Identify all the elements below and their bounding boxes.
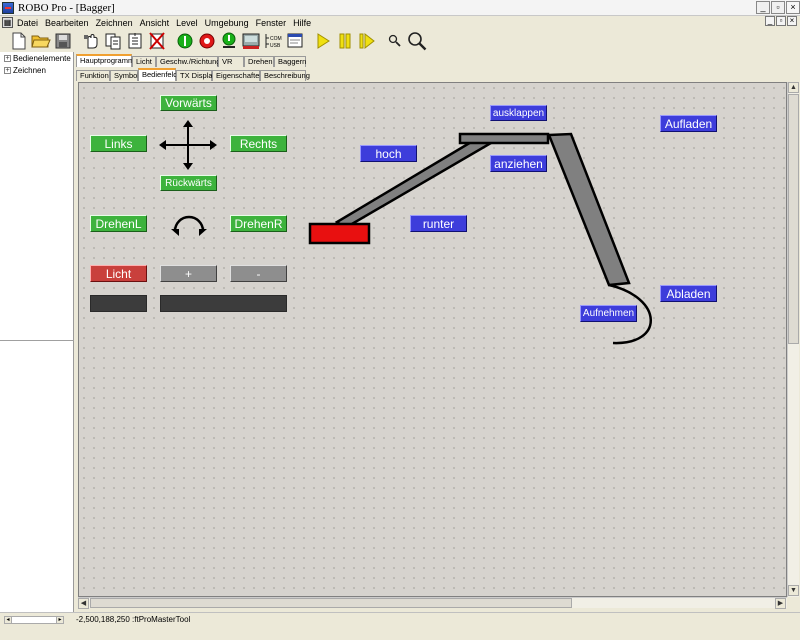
links-button[interactable]: Links bbox=[90, 135, 147, 152]
rechts-button[interactable]: Rechts bbox=[230, 135, 287, 152]
bucket-red bbox=[308, 222, 371, 245]
menu-umgebung[interactable]: Umgebung bbox=[204, 18, 250, 28]
pause-icon[interactable] bbox=[334, 30, 356, 52]
canvas-drawings bbox=[159, 120, 652, 345]
hand-tool-icon[interactable] bbox=[80, 30, 102, 52]
aufladen-button[interactable]: Aufladen bbox=[660, 115, 717, 132]
minimize-button[interactable]: _ bbox=[756, 1, 770, 14]
com-usb-icon[interactable]: COM USB bbox=[262, 30, 284, 52]
element-tree-panel: + Bedienelemente + Zeichnen bbox=[0, 52, 74, 612]
copy-tool-icon[interactable] bbox=[102, 30, 124, 52]
menu-hilfe[interactable]: Hilfe bbox=[292, 18, 312, 28]
tab-geschw-richtung[interactable]: Geschw./Richtung bbox=[156, 56, 220, 67]
restore-button[interactable]: ▫ bbox=[771, 1, 785, 14]
licht-button[interactable]: Licht bbox=[90, 265, 147, 282]
play-icon[interactable] bbox=[312, 30, 334, 52]
robopro-app-icon bbox=[2, 1, 14, 14]
paste-tool-icon[interactable] bbox=[124, 30, 146, 52]
scroll-up-icon[interactable]: ▲ bbox=[788, 82, 799, 93]
tree-item-zeichnen[interactable]: + Zeichnen bbox=[0, 65, 73, 76]
mdi-close-button[interactable]: × bbox=[787, 16, 797, 26]
left-panel-scrollbar[interactable] bbox=[4, 616, 64, 624]
menu-fenster[interactable]: Fenster bbox=[255, 18, 288, 28]
title-bar: ROBO Pro - [Bagger] _ ▫ × bbox=[0, 0, 800, 16]
svg-text:USB: USB bbox=[270, 43, 281, 49]
tab-hauptprogramm[interactable]: Hauptprogramm bbox=[76, 54, 134, 67]
zoom-small-icon[interactable] bbox=[384, 30, 406, 52]
display-box-left bbox=[90, 295, 147, 312]
new-file-icon[interactable] bbox=[8, 30, 30, 52]
rotate-arc-icon bbox=[171, 215, 207, 236]
direction-cross-icon bbox=[159, 120, 217, 170]
anziehen-button[interactable]: anziehen bbox=[490, 155, 547, 172]
view-tab-row: Funktion Symbol Bedienfeld TX Display Ei… bbox=[76, 68, 310, 81]
open-folder-icon[interactable] bbox=[30, 30, 52, 52]
document-system-icon[interactable]: ▦ bbox=[2, 17, 13, 28]
control-panel-canvas[interactable]: Vorwärts Links Rechts Rückwärts DrehenL … bbox=[78, 82, 787, 597]
tab-licht[interactable]: Licht bbox=[132, 56, 156, 67]
toolbar: COM USB bbox=[0, 29, 800, 52]
tab-drehen[interactable]: Drehen bbox=[244, 56, 274, 67]
tab-baggern[interactable]: Baggern bbox=[274, 56, 306, 67]
stop-red-icon[interactable] bbox=[196, 30, 218, 52]
left-panel-scroll-right-icon[interactable]: ▸ bbox=[56, 616, 64, 624]
aufnehmen-button[interactable]: Aufnehmen bbox=[580, 305, 637, 322]
menu-datei[interactable]: Datei bbox=[16, 18, 39, 28]
close-button[interactable]: × bbox=[786, 1, 800, 14]
program-tab-row: Hauptprogramm Licht Geschw./Richtung VR … bbox=[76, 54, 306, 67]
menu-ansicht[interactable]: Ansicht bbox=[139, 18, 171, 28]
mdi-restore-button[interactable]: ▫ bbox=[776, 16, 786, 26]
rueckwaerts-button[interactable]: Rückwärts bbox=[160, 175, 217, 191]
save-disk-icon[interactable] bbox=[52, 30, 74, 52]
mdi-minimize-button[interactable]: _ bbox=[765, 16, 775, 26]
abladen-button[interactable]: Abladen bbox=[660, 285, 717, 302]
tab-beschreibung[interactable]: Beschreibung bbox=[260, 70, 310, 81]
status-text: -2,500,188,250 :ftProMasterTool bbox=[76, 615, 191, 624]
tree-item-bedienelemente[interactable]: + Bedienelemente bbox=[0, 53, 73, 64]
tab-tx-display[interactable]: TX Display bbox=[176, 70, 216, 81]
vorwaerts-button[interactable]: Vorwärts bbox=[160, 95, 217, 111]
ausklappen-button[interactable]: ausklappen bbox=[490, 105, 547, 121]
left-panel-scroll-left-icon[interactable]: ◂ bbox=[4, 616, 12, 624]
display-box-right bbox=[160, 295, 287, 312]
tab-bedienfeld[interactable]: Bedienfeld bbox=[138, 68, 177, 81]
scroll-down-icon[interactable]: ▼ bbox=[788, 585, 799, 596]
hoch-button[interactable]: hoch bbox=[360, 145, 417, 162]
panel-divider bbox=[0, 340, 74, 341]
download-green-icon[interactable] bbox=[218, 30, 240, 52]
minus-button[interactable]: - bbox=[230, 265, 287, 282]
expand-plus-icon[interactable]: + bbox=[4, 67, 11, 74]
window-title: ROBO Pro - [Bagger] bbox=[18, 1, 115, 14]
scroll-left-icon[interactable]: ◀ bbox=[78, 598, 89, 609]
drehenl-button[interactable]: DrehenL bbox=[90, 215, 147, 232]
drehenr-button[interactable]: DrehenR bbox=[230, 215, 287, 232]
step-icon[interactable] bbox=[356, 30, 378, 52]
menu-level[interactable]: Level bbox=[175, 18, 199, 28]
vertical-scroll-thumb[interactable] bbox=[788, 94, 799, 344]
delete-tool-icon[interactable] bbox=[146, 30, 168, 52]
runter-button[interactable]: runter bbox=[410, 215, 467, 232]
horizontal-scroll-thumb[interactable] bbox=[90, 598, 572, 608]
menu-zeichnen[interactable]: Zeichnen bbox=[95, 18, 134, 28]
menu-bar: ▦ Datei Bearbeiten Zeichnen Ansicht Leve… bbox=[0, 16, 800, 29]
tab-symbol[interactable]: Symbol bbox=[110, 70, 139, 81]
tab-funktion[interactable]: Funktion bbox=[76, 70, 110, 81]
tab-eigenschaften[interactable]: Eigenschaften bbox=[212, 70, 264, 81]
horizontal-scrollbar[interactable]: ◀ ▶ bbox=[78, 597, 787, 609]
plus-button[interactable]: + bbox=[160, 265, 217, 282]
robo-interface-icon[interactable] bbox=[240, 30, 262, 52]
expand-plus-icon[interactable]: + bbox=[4, 55, 11, 62]
scroll-right-icon[interactable]: ▶ bbox=[775, 598, 786, 609]
vertical-scrollbar[interactable]: ▲ ▼ bbox=[787, 82, 799, 597]
start-green-icon[interactable] bbox=[174, 30, 196, 52]
tab-vr[interactable]: VR bbox=[218, 56, 244, 67]
svg-text:COM: COM bbox=[270, 36, 282, 42]
main-window: ROBO Pro - [Bagger] _ ▫ × ▦ Datei Bearbe… bbox=[0, 0, 800, 640]
menu-bearbeiten[interactable]: Bearbeiten bbox=[44, 18, 90, 28]
zoom-large-icon[interactable] bbox=[406, 30, 428, 52]
status-bar: ◂ ▸ -2,500,188,250 :ftProMasterTool bbox=[0, 612, 800, 626]
test-window-icon[interactable] bbox=[284, 30, 306, 52]
